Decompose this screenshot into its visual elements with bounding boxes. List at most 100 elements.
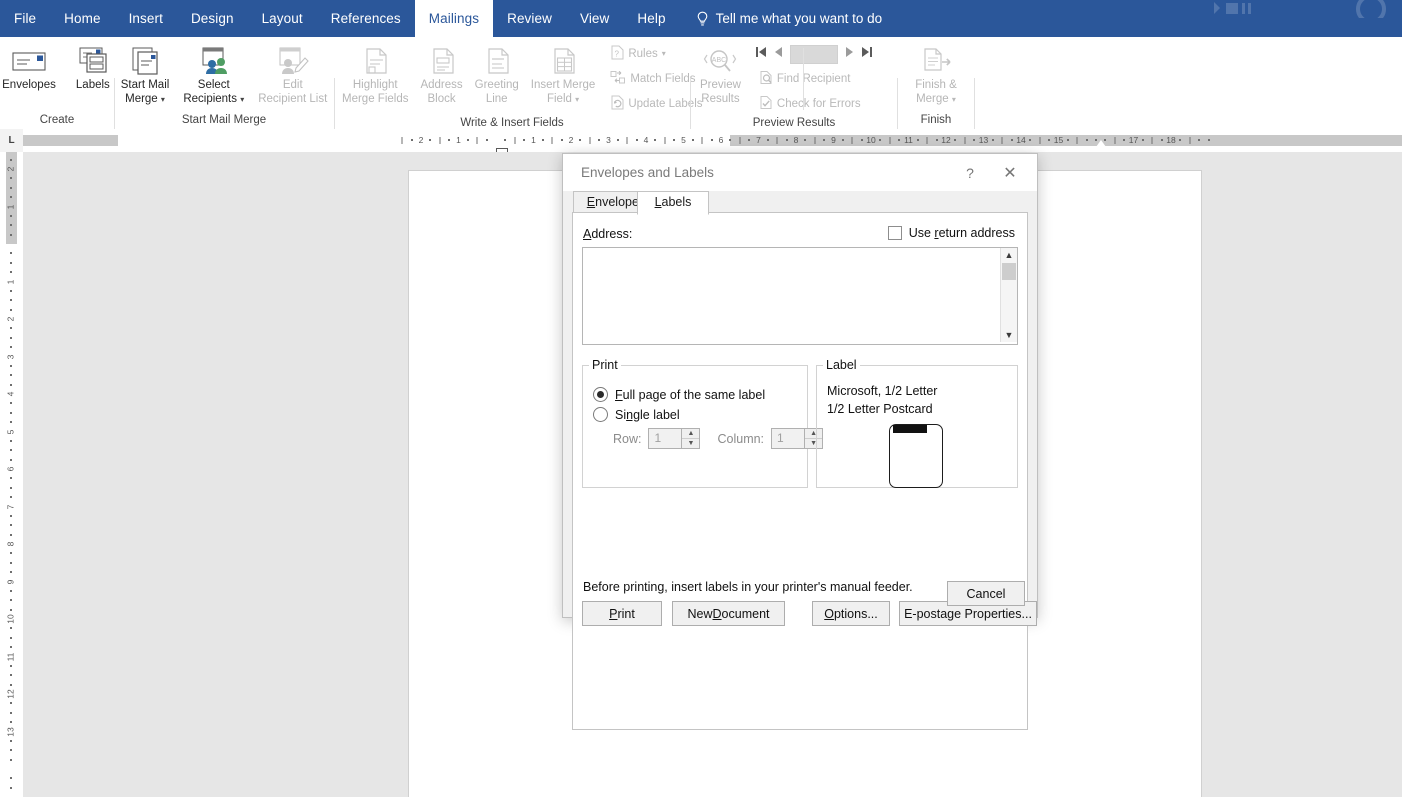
row-stepper[interactable]: 1 ▲ ▼ [648,428,701,449]
cancel-button[interactable]: Cancel [947,581,1025,606]
tab-stop-selector[interactable]: L [0,129,23,152]
vruler-tick [10,196,12,199]
dialog-tab-labels[interactable]: Labels [637,191,709,215]
tell-me-label: Tell me what you want to do [715,11,883,26]
highlight-merge-fields-icon [356,44,394,78]
labels-label: Labels [75,79,110,91]
ruler-tick [1123,139,1126,141]
address-block-button[interactable]: Address Block [414,41,468,106]
label-group[interactable]: Label Microsoft, 1/2 Letter 1/2 Letter P… [816,358,1018,488]
start-mail-merge-label-line2: Merge [125,93,158,105]
svg-text:?: ? [615,50,620,59]
ribbon-group-finish: Finish & Merge ▾ Finish [899,37,973,129]
ruler-tick [1029,139,1032,141]
find-recipient-button[interactable]: Find Recipient [756,68,872,90]
vertical-ruler[interactable]: 2 1 1 2 3 4 5 6 7 8 9 10 11 12 13 [0,152,23,797]
match-fields-icon [610,70,626,88]
radio-single-label-indicator[interactable] [593,407,608,422]
update-labels-icon [610,95,624,113]
insert-merge-field-button[interactable]: Insert Merge Field ▾ [525,41,602,106]
vruler-tick [10,739,12,742]
record-number-input[interactable] [789,44,838,64]
new-document-button-accel: D [712,606,722,621]
ruler-tick-label: 11 [904,135,913,145]
ruler-tick [1189,137,1191,144]
radio-full-page[interactable]: Full page of the same label [593,387,765,402]
row-decrement-icon[interactable]: ▼ [682,438,700,448]
vruler-tick [10,402,12,405]
finish-and-merge-button[interactable]: Finish & Merge ▾ [909,41,963,106]
ribbon-tab-view[interactable]: View [566,0,623,37]
close-icon[interactable]: ✕ [999,162,1021,184]
scroll-up-icon[interactable]: ▲ [1001,248,1017,262]
right-indent-marker[interactable] [1096,140,1106,147]
vruler-tick-label: 7 [5,504,16,509]
ribbon-tab-insert[interactable]: Insert [115,0,177,37]
ribbon-tab-references[interactable]: References [317,0,415,37]
start-mail-merge-icon [126,44,164,78]
ruler-tick [1001,137,1003,144]
ruler-tick [935,139,938,141]
radio-single-label[interactable]: Single label [593,407,680,422]
labels-button[interactable]: Labels [68,41,118,92]
row-increment-icon[interactable]: ▲ [682,429,699,438]
use-return-address-checkbox[interactable]: Use return address [887,226,1015,240]
row-stepper-buttons[interactable]: ▲ ▼ [681,429,700,448]
preview-results-button[interactable]: ABC Preview Results [694,41,747,106]
vruler-tick [10,271,12,274]
ruler-tick [1114,137,1116,144]
insert-merge-field-label-line2: Field [546,93,572,105]
horizontal-ruler[interactable]: 2 1 1 2 3 4 5 6 7 8 9 10 11 12 13 14 15 17 18 [23,129,1402,152]
ribbon-tab-layout[interactable]: Layout [248,0,317,37]
ruler-tick [448,139,451,141]
address-textarea-wrapper[interactable]: ▲ ▼ [582,247,1018,345]
edit-recipient-list-button[interactable]: Edit Recipient List [252,41,333,106]
finish-and-merge-icon [916,44,956,78]
ruler-tick [1066,139,1069,141]
help-icon[interactable]: ? [960,163,980,183]
vruler-tick [10,589,12,592]
check-for-errors-label: Check for Errors [776,98,861,110]
envelopes-button[interactable]: Envelopes [0,41,62,92]
scroll-down-icon[interactable]: ▼ [1001,328,1017,342]
last-record-icon[interactable] [861,45,872,63]
ruler-tick [823,139,826,141]
vruler-tick [10,477,12,480]
highlight-merge-fields-button[interactable]: Highlight Merge Fields [336,41,414,106]
ribbon-tab-review[interactable]: Review [493,0,566,37]
first-record-icon[interactable] [755,45,767,63]
vruler-tick [10,158,12,161]
checkbox-box[interactable] [887,226,902,240]
dialog-title: Envelopes and Labels [581,165,714,180]
vruler-tick-label: 8 [5,541,16,547]
vruler-tick [10,289,12,292]
ribbon-tab-help[interactable]: Help [623,0,679,37]
ruler-tick [551,137,553,144]
select-recipients-button[interactable]: Select Recipients ▾ [177,41,250,106]
greeting-line-button[interactable]: Greeting Line [469,41,525,106]
ruler-tick [1141,139,1144,141]
hanging-indent-marker[interactable] [496,140,506,147]
ribbon-tab-file[interactable]: File [0,0,50,37]
check-for-errors-button[interactable]: Check for Errors [756,93,872,115]
dialog-title-bar[interactable]: Envelopes and Labels ? ✕ [563,154,1037,191]
vruler-tick [10,524,12,527]
next-record-icon[interactable] [845,45,854,63]
ribbon-tab-design[interactable]: Design [177,0,248,37]
start-mail-merge-button[interactable]: Start Mail Merge ▾ [115,41,176,106]
address-input[interactable] [583,248,1000,342]
ruler-tick [954,139,957,141]
tell-me-search[interactable]: Tell me what you want to do [680,0,893,37]
ribbon-tab-home[interactable]: Home [50,0,114,37]
vruler-tick [10,683,12,686]
address-scrollbar[interactable]: ▲ ▼ [1000,248,1017,342]
previous-record-icon[interactable] [774,45,783,63]
print-button[interactable]: Print [582,601,662,626]
new-document-button[interactable]: New Document [672,601,785,626]
ribbon-tab-mailings[interactable]: Mailings [414,0,494,37]
rules-button[interactable]: ? Rules ▾ [607,43,705,65]
row-column-controls: Row: 1 ▲ ▼ Column: 1 ▲ ▼ [613,428,824,449]
radio-full-page-indicator[interactable] [593,387,608,402]
scrollbar-thumb[interactable] [1002,263,1016,280]
options-button[interactable]: Options... [812,601,890,626]
